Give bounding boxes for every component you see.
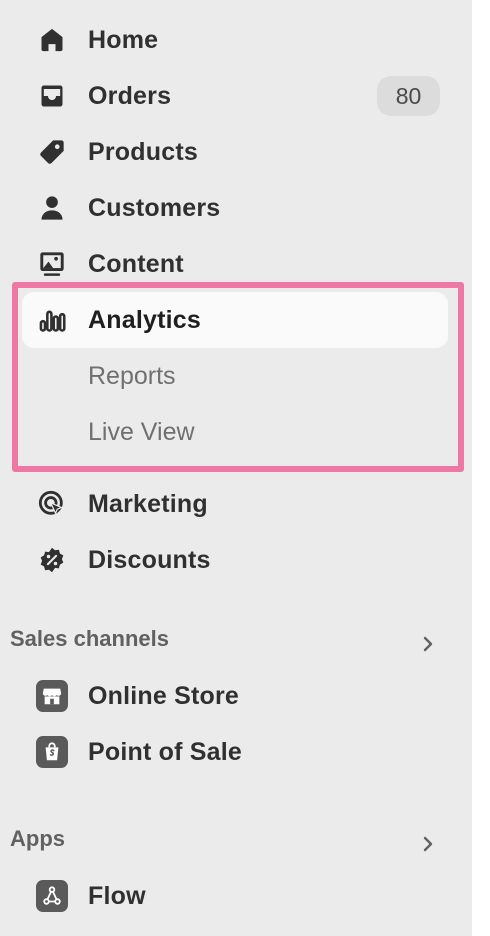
chevron-right-icon[interactable]	[416, 832, 440, 856]
nav-label: Content	[88, 249, 184, 278]
orders-count-badge: 80	[377, 76, 440, 116]
target-icon	[36, 488, 68, 520]
sidebar: Home Orders 80 Products Customers Conten…	[0, 0, 472, 936]
nav-label: Flow	[88, 881, 146, 910]
image-icon	[36, 248, 68, 280]
nav-item-products[interactable]: Products	[22, 124, 448, 180]
discount-badge-icon	[36, 544, 68, 576]
nav-label: Marketing	[88, 489, 208, 518]
nav-label: Orders	[88, 81, 172, 110]
nav-label: Point of Sale	[88, 737, 243, 766]
nav-label: Discounts	[88, 545, 211, 574]
nav-item-marketing[interactable]: Marketing	[22, 476, 448, 532]
nav-item-flow[interactable]: Flow	[22, 868, 448, 924]
nav-item-online-store[interactable]: Online Store	[22, 668, 448, 724]
nav-label: Analytics	[88, 305, 201, 334]
nav-label: Reports	[88, 361, 176, 390]
nav-item-customers[interactable]: Customers	[22, 180, 448, 236]
apps-heading: Apps	[10, 826, 65, 851]
tag-icon	[36, 136, 68, 168]
flow-icon	[36, 880, 68, 912]
nav-label: Customers	[88, 193, 221, 222]
nav-label: Home	[88, 25, 159, 54]
nav-subitem-live-view[interactable]: Live View	[22, 406, 448, 458]
nav-label: Online Store	[88, 681, 240, 710]
bar-chart-icon	[36, 304, 68, 336]
store-icon	[36, 680, 68, 712]
chevron-right-icon[interactable]	[416, 632, 440, 656]
sales-channels-heading: Sales channels	[10, 626, 169, 651]
nav-item-discounts[interactable]: Discounts	[22, 532, 448, 588]
nav-label: Products	[88, 137, 198, 166]
nav-subitem-reports[interactable]: Reports	[22, 350, 448, 402]
inbox-icon	[36, 80, 68, 112]
nav-label: Live View	[88, 417, 195, 446]
nav-item-point-of-sale[interactable]: Point of Sale	[22, 724, 448, 780]
nav-item-content[interactable]: Content	[22, 236, 448, 292]
shopify-bag-icon	[36, 736, 68, 768]
home-icon	[36, 24, 68, 56]
person-icon	[36, 192, 68, 224]
nav-item-analytics[interactable]: Analytics	[22, 292, 448, 348]
nav-item-home[interactable]: Home	[22, 12, 448, 68]
